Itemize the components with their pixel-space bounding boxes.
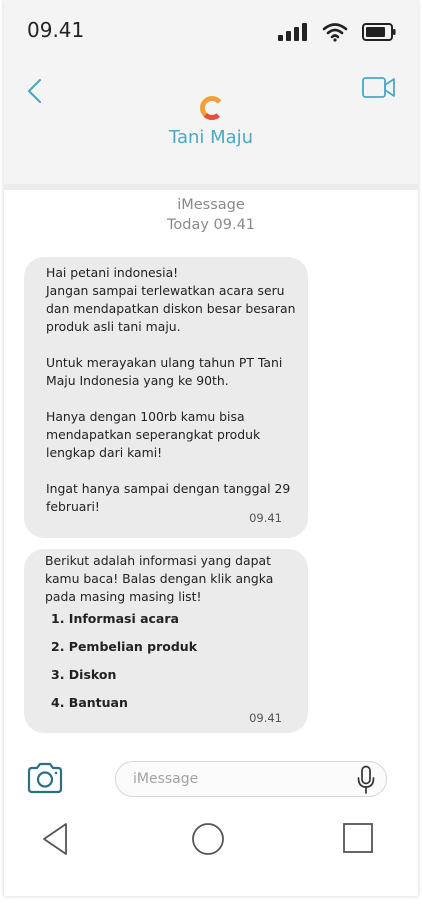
camera-icon[interactable]: [26, 762, 64, 794]
message-time: 09.41: [249, 511, 282, 525]
message-text: Berikut adalah informasi yang dapat kamu…: [45, 553, 274, 604]
option-list: 1. Informasi acara 2. Pembelian produk 3…: [45, 610, 296, 722]
microphone-icon[interactable]: [356, 765, 376, 795]
video-camera-icon[interactable]: [362, 76, 396, 100]
back-chevron-icon[interactable]: [24, 78, 46, 104]
status-icons: [278, 22, 396, 42]
message-input[interactable]: iMessage: [115, 761, 387, 797]
message-time: 09.41: [249, 711, 282, 725]
back-triangle-icon[interactable]: [42, 822, 68, 856]
phone-screen: 09.41 Tani Maju iMessage Today 09.41 Hai…: [4, 0, 418, 896]
option-diskon[interactable]: 3. Diskon: [51, 666, 296, 694]
recent-square-icon[interactable]: [342, 822, 374, 854]
message-input-placeholder: iMessage: [133, 771, 199, 787]
option-informasi-acara[interactable]: 1. Informasi acara: [51, 610, 296, 638]
home-circle-icon[interactable]: [191, 822, 225, 856]
message-bubble: Hai petani indonesia! Jangan sampai terl…: [24, 257, 308, 538]
status-time: 09.41: [27, 18, 85, 42]
chat-header: 09.41 Tani Maju: [4, 0, 418, 184]
battery-icon: [362, 23, 396, 41]
message-bubble: Berikut adalah informasi yang dapat kamu…: [24, 549, 308, 733]
contact-name[interactable]: Tani Maju: [4, 127, 418, 148]
brand-logo: [200, 96, 224, 120]
message-text: Hai petani indonesia! Jangan sampai terl…: [46, 265, 296, 514]
option-pembelian-produk[interactable]: 2. Pembelian produk: [51, 638, 296, 666]
header-divider: [4, 184, 418, 190]
signal-icon: [278, 23, 307, 41]
wifi-icon: [322, 23, 348, 42]
date-label: Today 09.41: [166, 217, 256, 233]
service-label: iMessage: [177, 197, 245, 213]
